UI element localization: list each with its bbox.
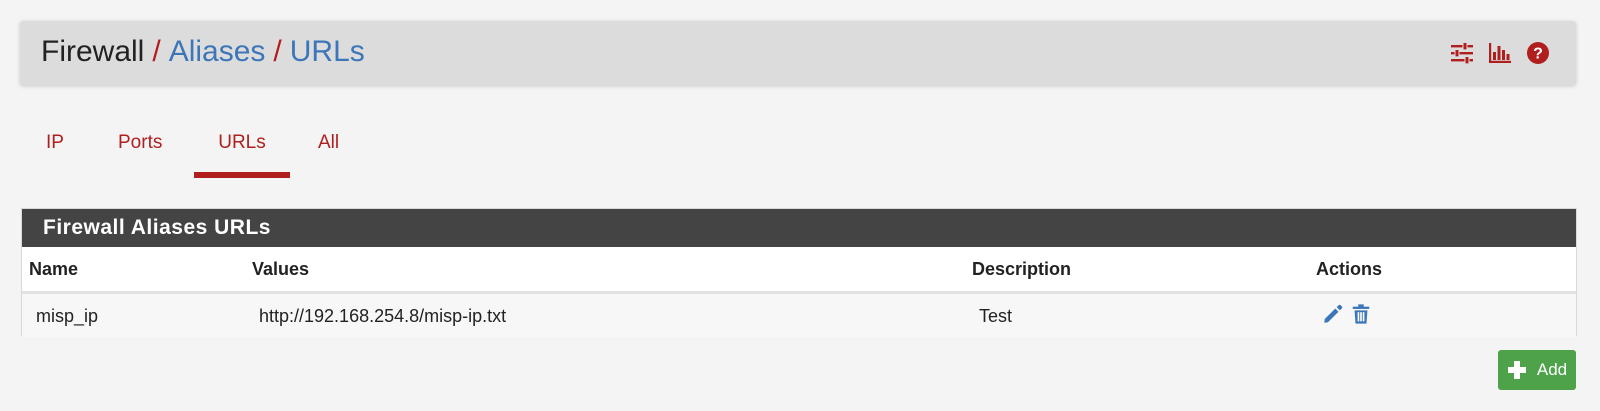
page-header: Firewall / Aliases / URLs ? — [20, 21, 1576, 85]
breadcrumb: Firewall / Aliases / URLs — [41, 34, 365, 70]
svg-text:?: ? — [1533, 46, 1543, 63]
breadcrumb-separator: / — [152, 35, 161, 68]
tab-ports[interactable]: Ports — [118, 126, 162, 160]
breadcrumb-firewall: Firewall — [41, 35, 145, 68]
help-circle-icon[interactable]: ? — [1526, 41, 1550, 65]
breadcrumb-separator: / — [273, 35, 282, 68]
panel-title: Firewall Aliases URLs — [22, 209, 1576, 247]
column-header-name[interactable]: Name — [29, 257, 78, 281]
add-alias-button[interactable]: Add — [1498, 350, 1576, 390]
bar-chart-icon[interactable] — [1488, 41, 1512, 65]
cell-name: misp_ip — [36, 306, 99, 326]
add-button-label: Add — [1536, 360, 1568, 379]
column-header-values[interactable]: Values — [252, 257, 309, 281]
cell-description: Test — [979, 306, 1013, 326]
delete-icon[interactable] — [1350, 303, 1372, 325]
header-icon-group: ? — [1450, 40, 1550, 66]
sliders-icon[interactable] — [1450, 41, 1474, 65]
breadcrumb-aliases-link[interactable]: Aliases — [169, 35, 266, 68]
cell-values: http://192.168.254.8/misp-ip.txt — [259, 306, 507, 326]
tab-urls[interactable]: URLs — [194, 126, 290, 178]
table-header: Name Values Description Actions — [22, 247, 1576, 294]
tab-ip[interactable]: IP — [46, 126, 64, 160]
column-header-actions: Actions — [1316, 259, 1383, 279]
tab-all[interactable]: All — [318, 126, 339, 160]
column-header-description[interactable]: Description — [972, 257, 1071, 281]
table-row[interactable]: misp_ip http://192.168.254.8/misp-ip.txt… — [22, 294, 1576, 337]
aliases-panel: Firewall Aliases URLs Name Values Descri… — [21, 208, 1577, 337]
plus-icon — [1507, 361, 1526, 379]
row-actions — [1322, 303, 1372, 325]
breadcrumb-urls-link[interactable]: URLs — [290, 35, 365, 68]
edit-icon[interactable] — [1322, 303, 1344, 325]
